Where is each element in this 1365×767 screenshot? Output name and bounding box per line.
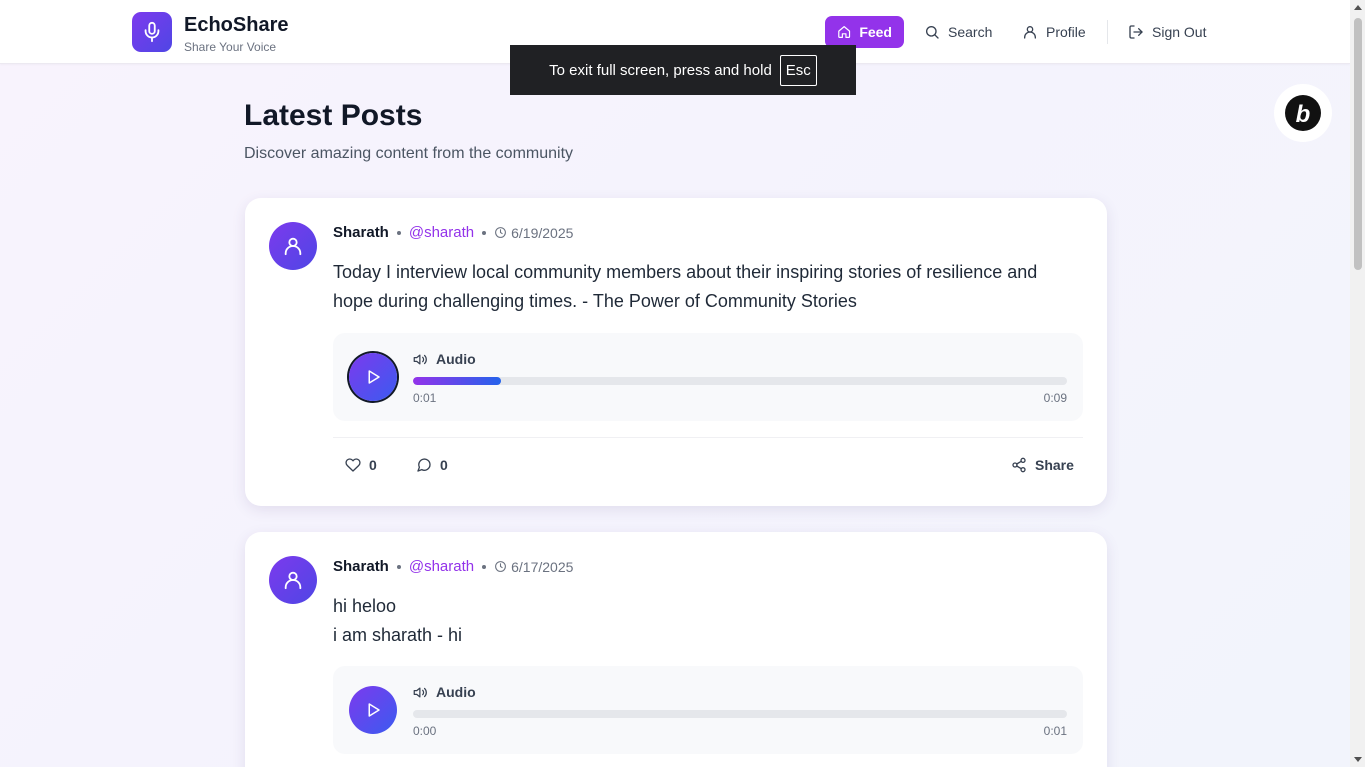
sign-out-button[interactable]: Sign Out: [1116, 16, 1218, 48]
post-date-text: 6/19/2025: [511, 224, 574, 241]
page-subtitle: Discover amazing content from the commun…: [244, 145, 574, 162]
log-out-icon: [1129, 25, 1143, 39]
message-circle-icon: [417, 458, 431, 472]
logo[interactable]: [132, 12, 172, 52]
meta-separator: [482, 230, 487, 235]
play-button[interactable]: [349, 353, 397, 401]
nav-profile-label: Profile: [1046, 24, 1086, 40]
audio-player: Audio 0:00 0:01: [333, 666, 1083, 754]
user-icon: [284, 237, 302, 256]
brand-name: EchoShare: [184, 14, 289, 36]
meta-separator: [482, 564, 487, 569]
audio-duration: 0:01: [1043, 724, 1067, 738]
toast-message: To exit full screen, press and hold: [549, 61, 772, 79]
microphone-icon: [144, 21, 160, 43]
post-author[interactable]: Sharath: [333, 558, 389, 575]
post-date-text: 6/17/2025: [511, 558, 574, 575]
share-button[interactable]: Share: [1011, 457, 1074, 473]
nav-search-button[interactable]: Search: [912, 16, 1004, 48]
nav-search-label: Search: [948, 24, 993, 40]
audio-progress-track[interactable]: [413, 377, 1067, 385]
post-handle[interactable]: @sharath: [409, 224, 474, 241]
post-card: Sharath @sharath 6/17/2025 hi heloo i am…: [245, 532, 1107, 767]
post-card: Sharath @sharath 6/19/2025 Today I inter…: [245, 198, 1107, 506]
audio-current-time: 0:01: [413, 391, 437, 405]
nav-divider: [1107, 20, 1108, 44]
page-scrollbar[interactable]: [1350, 0, 1365, 767]
post-author[interactable]: Sharath: [333, 224, 389, 241]
meta-separator: [396, 230, 401, 235]
author-avatar[interactable]: [269, 556, 317, 604]
play-icon: [368, 703, 380, 717]
audio-label-text: Audio: [436, 684, 476, 700]
card-divider: [333, 437, 1083, 438]
audio-label-text: Audio: [436, 351, 476, 367]
audio-progress-fill: [413, 377, 502, 385]
nav-feed-label: Feed: [859, 24, 892, 40]
audio-duration: 0:09: [1043, 391, 1067, 405]
post-meta: Sharath @sharath 6/19/2025: [333, 224, 573, 241]
post-text: hi heloo i am sharath - hi: [333, 596, 463, 645]
audio-current-time: 0:00: [413, 724, 437, 738]
clock-icon: [495, 561, 507, 572]
audio-label: Audio: [413, 351, 476, 367]
user-icon: [1024, 26, 1036, 39]
share-icon: [1012, 457, 1026, 473]
bolt-badge-icon: b: [1274, 84, 1332, 142]
volume-icon: [413, 354, 427, 364]
brand-tagline: Share Your Voice: [184, 40, 277, 54]
meta-separator: [396, 564, 401, 569]
clock-icon: [495, 227, 507, 238]
post-date: 6/17/2025: [494, 559, 573, 575]
post-handle[interactable]: @sharath: [409, 558, 474, 575]
post-date: 6/19/2025: [494, 225, 573, 241]
nav-profile-button[interactable]: Profile: [1010, 16, 1098, 48]
post-meta: Sharath @sharath 6/17/2025: [333, 558, 573, 575]
user-icon: [284, 571, 302, 590]
bolt-badge-letter: b: [1296, 101, 1311, 128]
audio-label: Audio: [413, 684, 476, 700]
page-title: Latest Posts: [244, 99, 423, 132]
volume-icon: [413, 687, 427, 697]
like-button[interactable]: 0: [345, 457, 377, 473]
audio-player: Audio 0:01 0:09: [333, 333, 1083, 421]
search-icon: [926, 26, 939, 39]
scroll-thumb[interactable]: [1354, 18, 1362, 270]
post-text: Today I interview local community member…: [333, 262, 1038, 311]
powered-by-bolt-badge[interactable]: b: [1272, 82, 1334, 144]
play-button[interactable]: [349, 686, 397, 734]
comment-count: 0: [440, 457, 448, 473]
share-label: Share: [1035, 457, 1074, 473]
audio-progress-track[interactable]: [413, 710, 1067, 718]
play-icon: [368, 370, 380, 384]
author-avatar[interactable]: [269, 222, 317, 270]
like-count: 0: [369, 457, 377, 473]
toast-key: Esc: [779, 54, 817, 86]
sign-out-label: Sign Out: [1152, 24, 1207, 40]
comment-button[interactable]: 0: [416, 457, 448, 473]
scroll-down-arrow[interactable]: [1354, 757, 1362, 762]
home-icon: [838, 26, 851, 38]
scroll-up-arrow[interactable]: [1354, 5, 1362, 10]
nav-feed-button[interactable]: Feed: [825, 16, 904, 48]
fullscreen-exit-toast: To exit full screen, press and hold Esc: [510, 45, 856, 95]
heart-icon: [345, 458, 361, 472]
